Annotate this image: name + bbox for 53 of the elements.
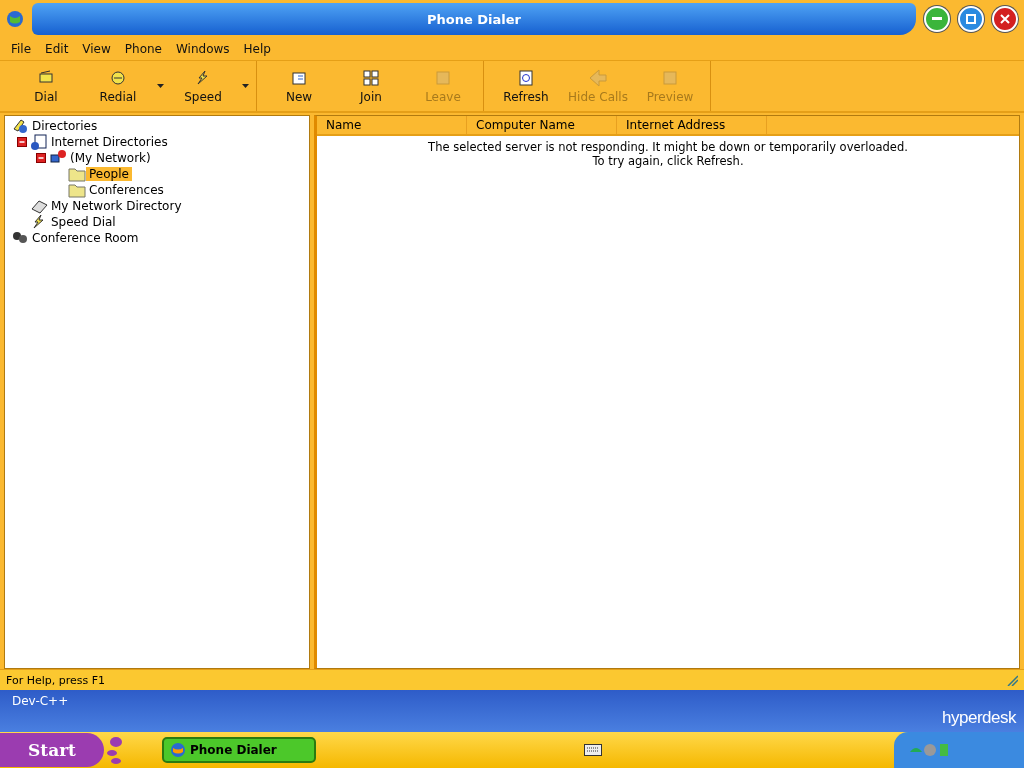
menu-item[interactable]: Phone — [117, 42, 169, 56]
dropdown-arrow-icon[interactable] — [157, 84, 164, 88]
grid-icon — [362, 68, 380, 87]
column-header[interactable]: Computer Name — [467, 116, 617, 134]
minimize-icon — [932, 17, 942, 21]
status-message: The selected server is not responding. It might be down or temporarily overloaded. — [427, 139, 909, 154]
menu-item[interactable]: Edit — [38, 42, 76, 56]
status-text: For Help, press F1 — [6, 673, 106, 687]
toolbar-button[interactable]: Redial — [82, 61, 154, 111]
folder-icon — [68, 181, 86, 199]
dropdown-arrow-icon[interactable] — [242, 84, 249, 88]
maximize-button[interactable] — [958, 6, 984, 32]
tree-item[interactable]: My Network Directory — [48, 199, 185, 213]
square-icon — [434, 68, 452, 87]
tree-item[interactable]: Internet Directories — [48, 135, 171, 149]
tree-item[interactable]: Conferences — [86, 183, 167, 197]
start-button[interactable]: Start — [0, 733, 104, 767]
hyperdesk-logo: hyperdesk — [942, 708, 1016, 728]
column-header[interactable]: Name — [317, 116, 467, 134]
maximize-icon — [966, 14, 976, 24]
menu-item[interactable]: Help — [236, 42, 278, 56]
minimize-button[interactable] — [924, 6, 950, 32]
menu-item[interactable]: File — [4, 42, 39, 56]
globe-icon — [170, 742, 186, 758]
globe-icon — [6, 10, 24, 28]
toolbar-button[interactable]: Refresh — [490, 61, 562, 111]
toolbar-button[interactable]: Speed — [167, 61, 239, 111]
toolbar-button[interactable]: Dial — [10, 61, 82, 111]
collapse-toggle[interactable] — [36, 153, 46, 163]
collapse-toggle[interactable] — [17, 137, 27, 147]
toolbar-button[interactable]: New — [263, 61, 335, 111]
desktop-icon-label[interactable]: Dev-C++ — [12, 694, 69, 708]
menu-item[interactable]: View — [75, 42, 118, 56]
resize-grip-icon[interactable] — [1006, 674, 1018, 686]
taskbar-button[interactable]: Phone Dialer — [162, 737, 316, 763]
close-button[interactable] — [992, 6, 1018, 32]
tree-item[interactable]: (My Network) — [67, 151, 154, 165]
tree-item[interactable]: Speed Dial — [48, 215, 119, 229]
folder-icon — [68, 165, 86, 183]
arrow-icon — [589, 68, 607, 87]
window-title: Phone Dialer — [427, 11, 521, 27]
refresh-icon — [517, 68, 535, 87]
square-icon — [661, 68, 679, 87]
close-icon — [1000, 14, 1010, 24]
column-header[interactable]: Internet Address — [617, 116, 767, 134]
keyboard-icon[interactable] — [584, 744, 602, 756]
tree-item[interactable]: People — [86, 167, 132, 181]
toolbar-button[interactable]: Join — [335, 61, 407, 111]
status-message: To try again, click Refresh. — [591, 154, 745, 168]
tree-item[interactable]: Directories — [29, 119, 101, 133]
bubbles-icon — [104, 735, 124, 765]
tree-item[interactable]: Conference Room — [29, 231, 142, 245]
menu-item[interactable]: Windows — [169, 42, 237, 56]
